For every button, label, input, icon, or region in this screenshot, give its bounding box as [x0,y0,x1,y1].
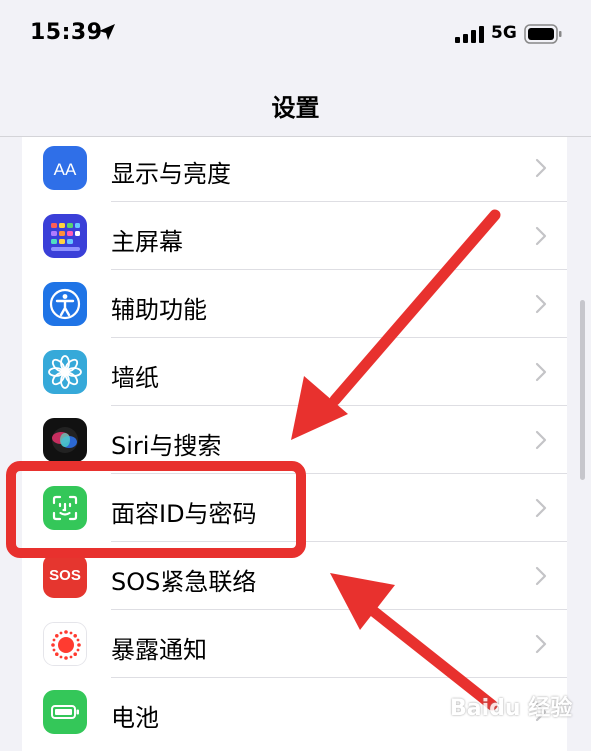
battery-icon [524,24,562,44]
chevron-right-icon [535,158,547,178]
location-arrow-icon [99,24,115,40]
row-label: 辅助功能 [111,296,207,324]
siri-icon [43,418,87,462]
watermark: Baidu 经验 [450,696,573,721]
chevron-right-icon [535,294,547,314]
network-type: 5G [491,23,517,43]
row-label: 暴露通知 [111,636,207,664]
chevron-right-icon [535,634,547,654]
status-bar: 15:39 5G [0,0,591,70]
navigation-bar: 设置 [0,70,591,137]
chevron-right-icon [535,430,547,450]
exposure-notification-icon [43,622,87,666]
scroll-indicator[interactable] [580,300,585,480]
settings-row-accessibility[interactable]: 辅助功能 [22,270,567,338]
sos-icon: SOS [43,554,87,598]
status-time: 15:39 [30,20,103,45]
page-title: 设置 [271,94,320,122]
home-screen-icon [43,214,87,258]
annotation-highlight-box [6,461,306,558]
battery-settings-icon [43,690,87,734]
row-label: 显示与亮度 [111,160,231,188]
row-label: 主屏幕 [111,228,183,256]
settings-row-display-brightness[interactable]: AA 显示与亮度 [22,137,567,202]
row-label: 墙纸 [111,364,159,392]
row-label: Siri与搜索 [111,432,222,460]
chevron-right-icon [535,566,547,586]
row-label: SOS紧急联络 [111,568,257,596]
chevron-right-icon [535,226,547,246]
settings-list: AA 显示与亮度 主屏幕 辅助功能 墙纸 Siri与搜索 面容ID与密码 SOS… [22,137,567,751]
display-brightness-icon: AA [43,146,87,190]
settings-row-exposure-notifications[interactable]: 暴露通知 [22,610,567,678]
sos-icon-text: SOS [49,567,81,584]
chevron-right-icon [535,498,547,518]
chevron-right-icon [535,362,547,382]
svg-text:AA: AA [54,160,77,179]
row-label: 电池 [111,704,159,732]
signal-bars-icon [455,26,484,43]
settings-row-wallpaper[interactable]: 墙纸 [22,338,567,406]
accessibility-icon [43,282,87,326]
wallpaper-flower-icon [43,350,87,394]
settings-row-home-screen[interactable]: 主屏幕 [22,202,567,270]
